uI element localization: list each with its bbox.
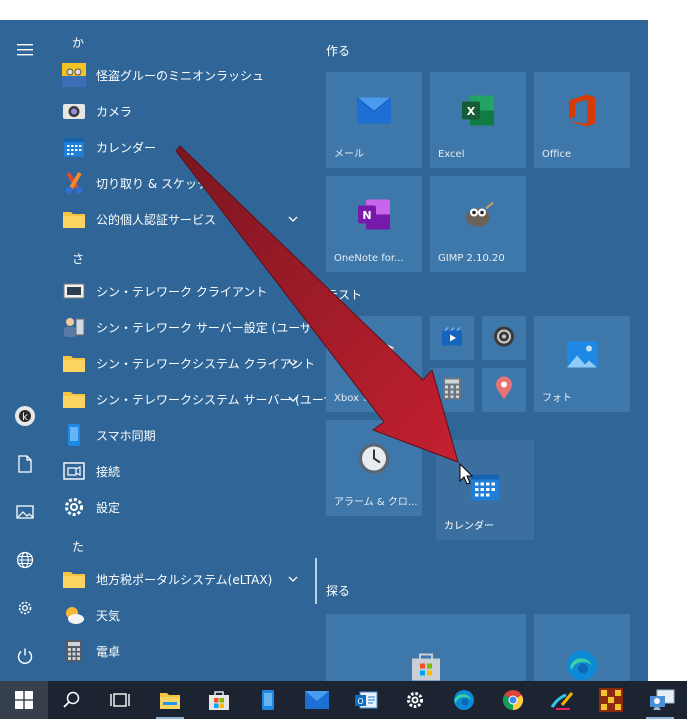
taskbar-chrome[interactable] bbox=[489, 681, 537, 719]
search-icon bbox=[63, 691, 80, 708]
taskbar-game-app[interactable] bbox=[587, 681, 635, 719]
start-menu: k か 怪盗グルーのミニオンラッシュ カメラ カレンダー 切り取り & スケッチ… bbox=[0, 20, 648, 681]
taskbar-search-button[interactable] bbox=[48, 681, 96, 719]
taskbar-outlook-contact[interactable]: O bbox=[342, 681, 390, 719]
taskbar-mail[interactable] bbox=[293, 681, 341, 719]
taskbar-file-explorer[interactable] bbox=[146, 681, 194, 719]
store-bag-icon bbox=[209, 691, 229, 710]
settings-gear-icon bbox=[407, 692, 423, 708]
task-view-icon bbox=[110, 693, 130, 707]
file-explorer-icon bbox=[160, 693, 180, 709]
game-board-icon bbox=[599, 688, 623, 712]
mail-icon bbox=[305, 691, 329, 709]
mouse-cursor-icon bbox=[459, 463, 473, 485]
edge-browser-icon bbox=[454, 690, 474, 710]
drag-direction-arrow-icon bbox=[175, 145, 459, 463]
taskbar-edge[interactable] bbox=[440, 681, 488, 719]
taskbar-sketch-app[interactable] bbox=[538, 681, 586, 719]
windows-logo-icon bbox=[15, 691, 33, 709]
taskbar: O bbox=[0, 681, 687, 719]
chrome-browser-icon bbox=[502, 690, 524, 711]
svg-text:O: O bbox=[357, 697, 363, 706]
taskbar-your-phone[interactable] bbox=[244, 681, 292, 719]
start-button[interactable] bbox=[0, 681, 48, 719]
taskbar-remote-app[interactable] bbox=[636, 681, 687, 719]
contact-card-icon: O bbox=[355, 691, 378, 709]
sketch-pen-icon bbox=[550, 692, 574, 710]
taskbar-microsoft-store[interactable] bbox=[195, 681, 243, 719]
remote-desktop-icon bbox=[649, 689, 674, 710]
phone-link-icon bbox=[262, 690, 274, 710]
taskbar-settings[interactable] bbox=[391, 681, 439, 719]
task-view-button[interactable] bbox=[96, 681, 144, 719]
